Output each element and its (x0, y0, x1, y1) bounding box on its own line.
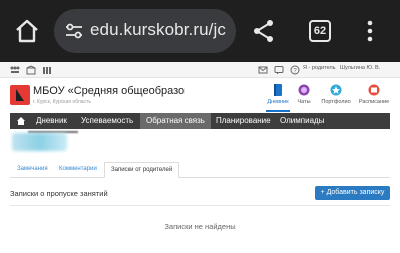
menu-item-diary[interactable]: Дневник (30, 113, 73, 129)
menu-item-olympiads[interactable]: Олимпиады (274, 113, 330, 129)
site-settings-icon[interactable] (64, 21, 84, 41)
tab-comments[interactable]: Комментарии (59, 166, 97, 172)
home-icon[interactable] (14, 18, 40, 44)
tab-parent-notes[interactable]: Записки от родителей (104, 162, 180, 178)
school-logo-icon (10, 85, 30, 105)
chat-icon (298, 84, 310, 96)
help-icon[interactable]: ? (290, 65, 300, 75)
portfolio-icon (330, 84, 342, 96)
menu-item-feedback[interactable]: Обратная связь (140, 113, 211, 129)
school-icon[interactable] (26, 65, 36, 75)
section-title: Записки о пропуске занятий (10, 189, 108, 198)
menu-item-planning[interactable]: Планирование (210, 113, 277, 129)
school-name: МБОУ «Средняя общеобразовате (33, 85, 185, 97)
main-menu: Дневник Успеваемость Обратная связь План… (10, 113, 390, 129)
library-icon[interactable] (42, 65, 52, 75)
url-text[interactable]: edu.kurskobr.ru/jc (90, 20, 226, 40)
student-avatar[interactable] (12, 133, 67, 151)
nav-portfolio-label: Портфолио (321, 99, 351, 105)
nav-schedule[interactable]: Расписание (356, 84, 392, 108)
menu-item-progress[interactable]: Успеваемость (75, 113, 139, 129)
diary-icon (274, 84, 282, 96)
address-bar[interactable]: edu.kurskobr.ru/jc (54, 9, 236, 53)
user-role[interactable]: Я - родитель (303, 65, 336, 71)
mail-icon[interactable] (258, 65, 268, 75)
feedback-subtabs: Замечания Комментарии Записки от родител… (10, 162, 390, 178)
empty-state-text: Записки не найдены (164, 222, 236, 231)
user-name[interactable]: Шульгина Ю. В. (340, 65, 380, 71)
nav-chats[interactable]: Чаты (286, 84, 322, 108)
school-address: г. Курск, Курская область (33, 99, 91, 105)
structure-icon[interactable] (10, 65, 20, 75)
site-utility-bar: ? Я - родитель Шульгина Ю. В. (0, 62, 400, 78)
nav-chats-label: Чаты (297, 99, 311, 105)
nav-schedule-label: Расписание (358, 99, 390, 105)
divider (10, 205, 390, 206)
browser-toolbar: edu.kurskobr.ru/jc 62 (0, 0, 400, 62)
home-menu-icon[interactable] (16, 116, 26, 126)
tab-remarks[interactable]: Замечания (17, 166, 48, 172)
active-indicator (266, 110, 290, 112)
message-icon[interactable] (274, 65, 284, 75)
more-menu-icon[interactable] (366, 20, 374, 42)
share-icon[interactable] (252, 19, 276, 43)
add-note-button[interactable]: + Добавить записку (315, 186, 390, 200)
nav-portfolio[interactable]: Портфолио (318, 84, 354, 108)
schedule-icon (368, 84, 380, 96)
tab-switcher-button[interactable]: 62 (309, 20, 331, 42)
